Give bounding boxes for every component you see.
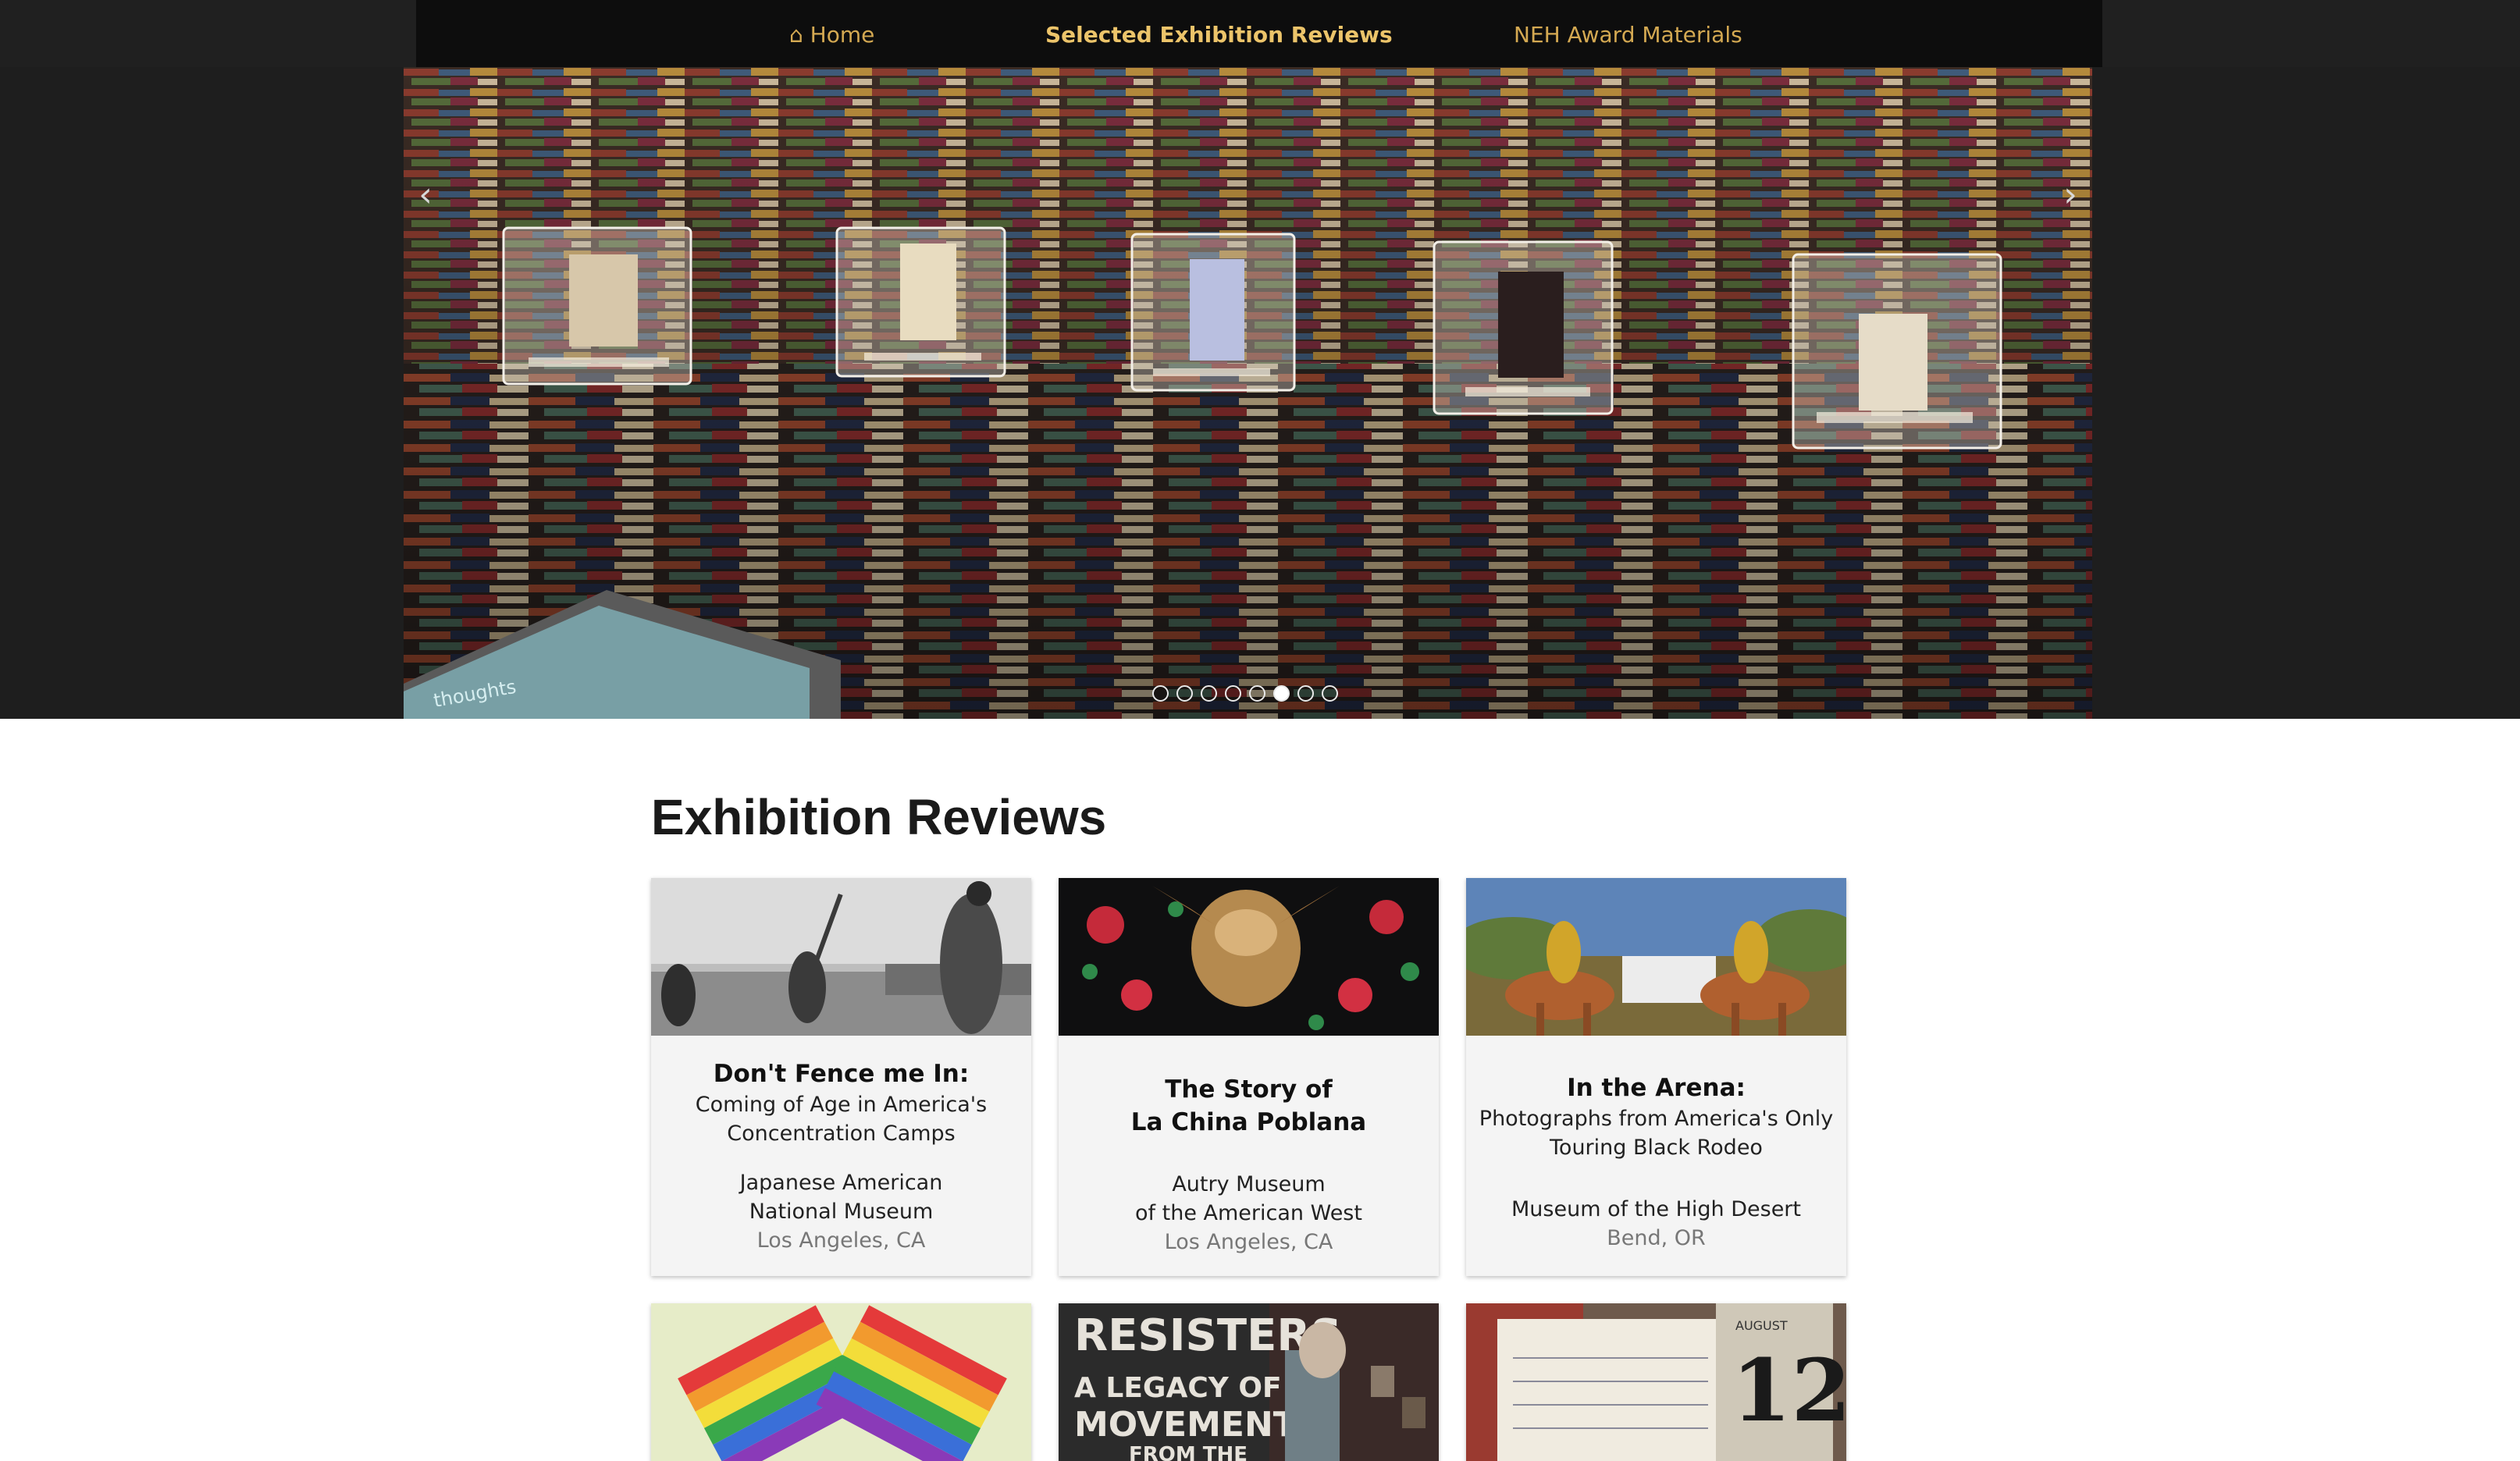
calendar-day: 12 bbox=[1732, 1340, 1846, 1441]
card-thumb-concentration-camp-photo bbox=[651, 878, 1031, 1036]
card-thumb-resisters-poster: RESISTERS A LEGACY OF MOVEMENT FROM THE bbox=[1059, 1303, 1439, 1461]
card-subtitle: Concentration Camps bbox=[727, 1122, 956, 1146]
card-thumb-rodeo-riders bbox=[1466, 878, 1846, 1036]
carousel-dot-6[interactable] bbox=[1273, 685, 1290, 702]
carousel-dot-2[interactable] bbox=[1176, 685, 1193, 702]
review-card-la-china-poblana[interactable]: The Story of La China Poblana Autry Muse… bbox=[1059, 878, 1439, 1276]
poster-text: FROM THE bbox=[1129, 1443, 1248, 1461]
card-museum: National Museum bbox=[749, 1200, 934, 1224]
card-location: Bend, OR bbox=[1607, 1226, 1706, 1250]
card-thumb-rainbow-flags bbox=[651, 1303, 1031, 1461]
card-museum: Autry Museum bbox=[1172, 1172, 1326, 1196]
calendar-month: AUGUST bbox=[1735, 1318, 1788, 1333]
card-subtitle: Touring Black Rodeo bbox=[1550, 1136, 1763, 1160]
card-museum: of the American West bbox=[1135, 1201, 1362, 1225]
card-location: Los Angeles, CA bbox=[1164, 1230, 1333, 1254]
hero-slide-image: thoughts bbox=[404, 67, 2092, 719]
nav-neh-award-materials[interactable]: NEH Award Materials bbox=[1514, 0, 1742, 67]
review-card-dont-fence-me-in[interactable]: Don't Fence me In: Coming of Age in Amer… bbox=[651, 878, 1031, 1276]
card-museum: Museum of the High Desert bbox=[1511, 1197, 1801, 1221]
review-card-resisters[interactable]: RESISTERS A LEGACY OF MOVEMENT FROM THE bbox=[1059, 1303, 1439, 1461]
main-nav: ⌂ Home Selected Exhibition Reviews NEH A… bbox=[416, 0, 2102, 67]
carousel-dot-7[interactable] bbox=[1297, 685, 1314, 702]
carousel-dots bbox=[1152, 685, 1338, 702]
card-museum: Japanese American bbox=[739, 1171, 943, 1195]
carousel-next-icon[interactable]: › bbox=[2055, 173, 2086, 217]
card-subtitle: Coming of Age in America's bbox=[695, 1093, 988, 1117]
nav-exhibition-reviews[interactable]: Selected Exhibition Reviews bbox=[1045, 0, 1393, 67]
card-title: La China Poblana bbox=[1130, 1108, 1367, 1136]
card-title: The Story of bbox=[1165, 1075, 1333, 1104]
section-title: Exhibition Reviews bbox=[651, 789, 1107, 845]
carousel-prev-icon[interactable]: ‹ bbox=[410, 173, 441, 217]
carousel-dot-3[interactable] bbox=[1201, 685, 1217, 702]
card-location: Los Angeles, CA bbox=[756, 1228, 926, 1253]
review-card-calendar-ledger[interactable]: AUGUST 12 bbox=[1466, 1303, 1846, 1461]
carousel-dot-5[interactable] bbox=[1249, 685, 1265, 702]
carousel-dot-8[interactable] bbox=[1322, 685, 1338, 702]
card-title: In the Arena: bbox=[1567, 1074, 1746, 1102]
card-thumb-calendar-ledger: AUGUST 12 bbox=[1466, 1303, 1846, 1461]
poster-text: MOVEMENT bbox=[1074, 1405, 1297, 1445]
poster-text: A LEGACY OF bbox=[1074, 1372, 1282, 1404]
review-card-rainbow-flags[interactable] bbox=[651, 1303, 1031, 1461]
carousel-dot-4[interactable] bbox=[1225, 685, 1241, 702]
card-subtitle: Photographs from America's Only bbox=[1479, 1107, 1834, 1131]
nav-home[interactable]: ⌂ Home bbox=[789, 0, 874, 67]
hero-carousel[interactable]: thoughts bbox=[404, 67, 2092, 719]
review-card-in-the-arena[interactable]: In the Arena: Photographs from America's… bbox=[1466, 878, 1846, 1276]
card-thumb-sequined-skirt bbox=[1059, 878, 1439, 1036]
carousel-dot-1[interactable] bbox=[1152, 685, 1169, 702]
card-title: Don't Fence me In: bbox=[713, 1060, 970, 1088]
